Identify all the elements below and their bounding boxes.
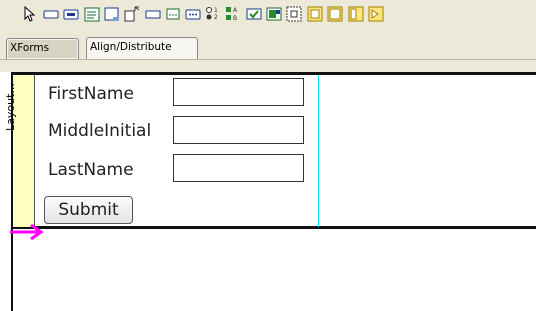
range-icon[interactable] xyxy=(145,6,161,22)
svg-text:B: B xyxy=(233,15,237,22)
case-icon[interactable] xyxy=(348,6,364,22)
select-many-icon[interactable]: AB xyxy=(225,6,241,22)
lastname-label: LastName xyxy=(48,160,134,180)
repeat-icon[interactable] xyxy=(307,6,323,22)
input-field-icon[interactable] xyxy=(43,6,59,22)
middleinitial-label: MiddleInitial xyxy=(48,121,152,141)
alignment-guide xyxy=(318,75,319,227)
textarea-icon[interactable] xyxy=(84,6,100,22)
select-pointer-icon[interactable] xyxy=(22,6,38,22)
svg-text:A: A xyxy=(233,7,238,14)
svg-text:1: 1 xyxy=(214,7,218,14)
tab-bar-divider xyxy=(0,59,536,60)
select-one-icon[interactable]: 12 xyxy=(205,6,221,22)
upload-icon[interactable] xyxy=(124,6,140,22)
submit-button[interactable]: Submit xyxy=(44,196,133,224)
lastname-input[interactable] xyxy=(173,154,304,182)
firstname-input[interactable] xyxy=(173,78,304,106)
submit-button-icon[interactable] xyxy=(185,6,201,22)
firstname-label: FirstName xyxy=(48,84,134,104)
middleinitial-input[interactable] xyxy=(173,116,304,144)
tab-align-distribute[interactable]: Align/Distribute xyxy=(86,37,198,59)
group-icon[interactable] xyxy=(286,6,302,22)
switch-icon[interactable] xyxy=(327,6,343,22)
trigger-button-icon[interactable] xyxy=(165,6,181,22)
combo-box-icon[interactable] xyxy=(266,6,282,22)
label-icon[interactable] xyxy=(368,6,384,22)
insertion-arrow-icon xyxy=(10,223,44,241)
toolbar: 12 AB XForms Align/Distribute xyxy=(0,0,536,72)
secret-field-icon[interactable] xyxy=(63,6,79,22)
svg-text:2: 2 xyxy=(214,14,218,21)
checkbox-icon[interactable] xyxy=(246,6,262,22)
output-field-icon[interactable] xyxy=(104,6,120,22)
layout-group-label: Layout... xyxy=(4,83,17,131)
